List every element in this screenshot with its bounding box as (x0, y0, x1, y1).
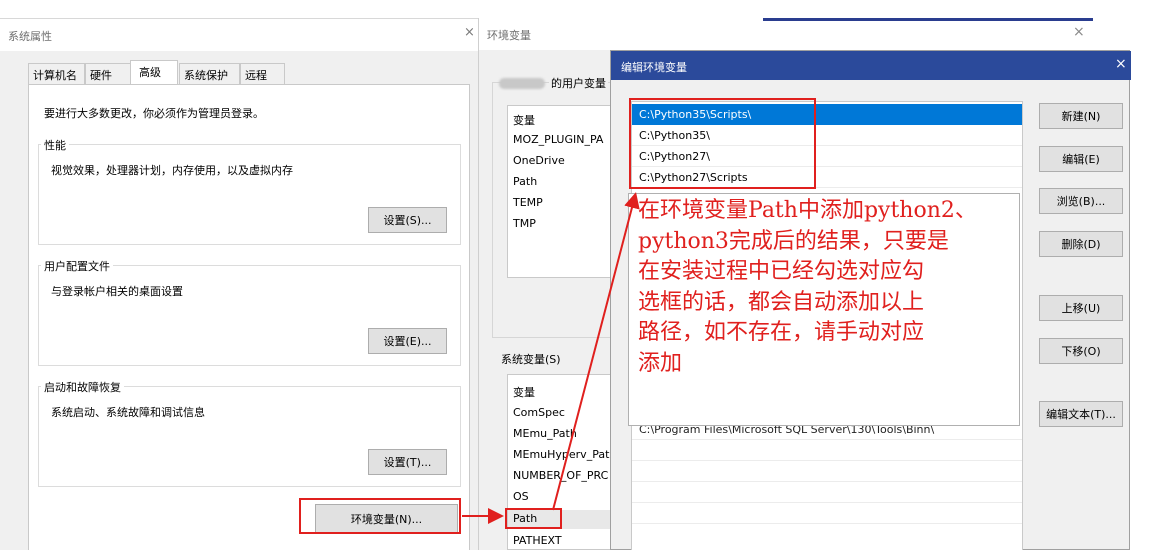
annotation-arrows (462, 192, 640, 524)
arrow-to-path-entries (552, 192, 640, 511)
